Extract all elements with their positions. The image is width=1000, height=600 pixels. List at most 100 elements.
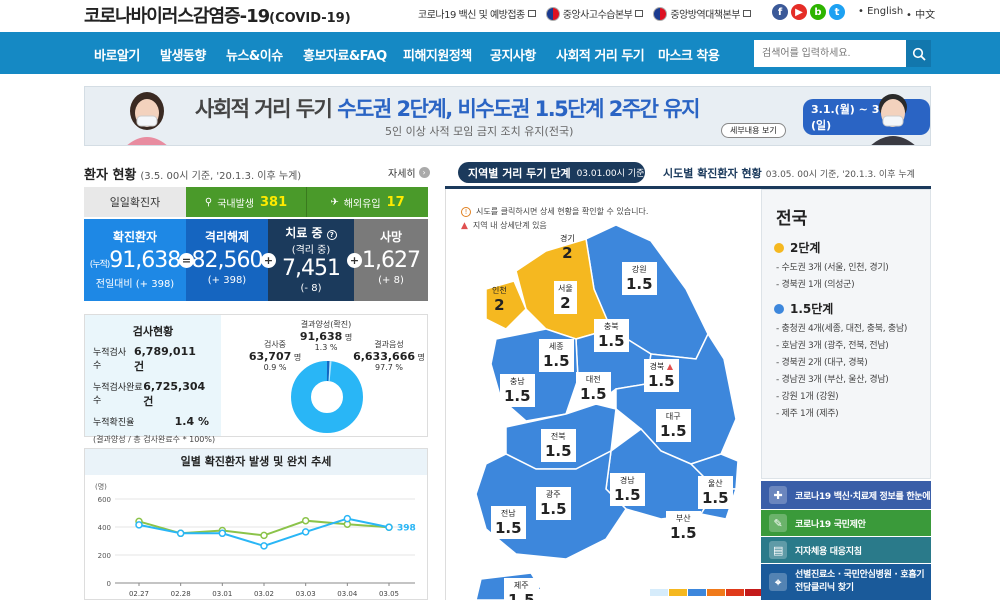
- lang-chinese[interactable]: • 中文: [906, 6, 935, 21]
- distancing-banner[interactable]: 사회적 거리 두기 수도권 2단계, 비수도권 1.5단계 2주간 유지 5인 …: [84, 86, 931, 146]
- region-label-gyeongbuk[interactable]: 경북 ▲ 1.5: [644, 359, 679, 392]
- blog-icon[interactable]: b: [810, 4, 826, 20]
- trend-title: 일별 확진환자 발생 및 완치 추세: [85, 449, 427, 475]
- y-axis-label: (명): [95, 482, 107, 491]
- region-name: 인천: [492, 286, 507, 295]
- status-more-link[interactable]: 자세히 ›: [388, 165, 430, 180]
- summary-item: - 경북권 1개 (의성군): [776, 280, 855, 290]
- region-label-chungbuk[interactable]: 충북 1.5: [594, 319, 629, 352]
- region-level: 1.5: [660, 422, 687, 440]
- korea-map: ! 시도를 클릭하시면 상세 현황을 확인할 수 있습니다. ▲ 지역 내 상세단계…: [445, 189, 761, 600]
- y-tick-label: 600: [98, 496, 111, 504]
- vaccine-link[interactable]: 코로나19 백신 및 예방접종: [418, 6, 536, 21]
- nav-item-notice[interactable]: 공지사항: [490, 45, 536, 64]
- domestic-cases: ⚲ 국내발생 381: [186, 187, 307, 217]
- cdsch-link[interactable]: 중앙방역대책본부: [653, 6, 751, 21]
- quick-link-clinics[interactable]: ⌖ 선별진료소 · 국민안심병원 · 호흡기전담클리닉 찾기: [761, 564, 931, 600]
- vaccine-link-label: 코로나19 백신 및 예방접종: [418, 10, 525, 21]
- quick-link-label: 선별진료소 · 국민안심병원 · 호흡기전담클리닉 찾기: [795, 570, 925, 593]
- new-window-icon: [742, 10, 751, 17]
- region-label-chungnam[interactable]: 충남 1.5: [500, 374, 535, 407]
- nav-item-mask[interactable]: 마스크 착용: [658, 45, 720, 64]
- nation-summary: 전국 2단계 - 수도권 3개 (서울, 인천, 경기) - 경북권 1개 (의…: [761, 189, 931, 479]
- region-label-ulsan[interactable]: 울산 1.5: [698, 476, 733, 509]
- end-value-label: 398: [397, 523, 416, 533]
- region-name: 대구: [665, 412, 681, 421]
- summary-title: 전국: [776, 209, 808, 229]
- region-level: 1.5: [543, 352, 570, 370]
- region-label-sejong[interactable]: 세종 1.5: [539, 339, 574, 372]
- twitter-icon[interactable]: t: [829, 4, 845, 20]
- search-button[interactable]: [906, 40, 931, 67]
- quick-link-vaccine[interactable]: ✚ 코로나19 백신·치료제 정보를 한눈에: [761, 481, 931, 509]
- x-tick-label: 02.27: [129, 590, 149, 598]
- region-label-incheon[interactable]: 인천 2: [492, 285, 507, 314]
- region-label-gyeongnam[interactable]: 경남 1.5: [610, 473, 645, 506]
- death-label: 사망: [379, 230, 403, 244]
- summary-item: - 강원 1개 (강원): [776, 392, 839, 402]
- facebook-icon[interactable]: f: [772, 4, 788, 20]
- positive-label: 결과양성(확진): [300, 320, 352, 329]
- region-label-jeonnam[interactable]: 전남 1.5: [491, 506, 526, 539]
- trend-line-chart: (명) 0 200 400 600 02.27 02.28 03.01 03.02 03.03 03…: [95, 482, 416, 598]
- region-label-daegu[interactable]: 대구 1.5: [656, 409, 691, 442]
- x-tick-label: 03.01: [212, 590, 232, 598]
- top-bar: 코로나바이러스감염증-19(COVID-19) 코로나19 백신 및 예방접종 …: [0, 0, 1000, 32]
- region-level: 1.5: [702, 489, 729, 507]
- region-label-jeju[interactable]: 제주 1.5: [504, 578, 539, 600]
- y-tick-label: 400: [98, 524, 111, 532]
- site-title-text: 코로나바이러스감염증-19: [84, 6, 270, 27]
- quick-link-proposal[interactable]: ✎ 코로나19 국민제안: [761, 510, 931, 536]
- testing-value: 63,707: [248, 350, 292, 363]
- legend-swatch: [707, 589, 725, 596]
- lang-english-label: English: [867, 6, 904, 17]
- cdhq-link[interactable]: 중앙사고수습본부: [545, 6, 644, 21]
- region-label-busan[interactable]: 부산 1.5: [666, 511, 701, 544]
- confirmed-prefix: (누적): [89, 260, 111, 270]
- help-icon[interactable]: ?: [326, 230, 337, 240]
- region-name-text: 경북: [649, 362, 665, 371]
- trend-chart-panel: 일별 확진환자 발생 및 완치 추세 (명) 0 200 400 600 02.27 02.…: [84, 448, 428, 600]
- region-name: 부산: [675, 514, 691, 523]
- test-donut-chart: [291, 361, 363, 433]
- region-name: 세종: [548, 342, 564, 351]
- region-level: 1.5: [504, 387, 531, 405]
- region-name: 강원: [631, 265, 647, 274]
- region-label-daejeon[interactable]: 대전 1.5: [576, 372, 611, 405]
- nav-item-news[interactable]: 뉴스&이슈: [226, 45, 283, 64]
- tab-distancing-level[interactable]: 지역별 거리 두기 단계 03.01.00시 기준: [458, 162, 645, 183]
- search-input[interactable]: [754, 40, 906, 67]
- nav-item-distancing[interactable]: 사회적 거리 두기: [556, 45, 645, 64]
- nav-item-faq[interactable]: 홍보자료&FAQ: [303, 45, 387, 64]
- youtube-icon[interactable]: ▶: [791, 4, 807, 20]
- case-stats: 확진환자 (누적)91,638 전일대비 (+ 398) = 격리해제 82,5…: [84, 219, 428, 301]
- region-label-gwangju[interactable]: 광주 1.5: [536, 487, 571, 520]
- legend-swatch: [726, 589, 744, 596]
- region-level: 1.5: [648, 372, 675, 390]
- site-title[interactable]: 코로나바이러스감염증-19(COVID-19): [84, 2, 351, 28]
- region-name: 전북: [550, 432, 566, 441]
- confirmed-value-wrap: (누적)91,638: [84, 248, 186, 273]
- lang-english[interactable]: • English: [858, 6, 903, 17]
- region-label-jeonbuk[interactable]: 전북 1.5: [541, 429, 576, 462]
- region-name: 충남: [509, 377, 525, 386]
- nav-item-about[interactable]: 바로알기: [94, 45, 140, 64]
- x-tick-label: 03.03: [296, 590, 316, 598]
- test-row-value: 6,725,304 건: [143, 380, 206, 408]
- search-icon: [912, 47, 926, 61]
- region-label-gangwon[interactable]: 강원 1.5: [622, 262, 657, 295]
- region-label-gyeonggi[interactable]: 경기 2: [560, 233, 575, 262]
- quick-link-guidelines[interactable]: ▤ 지자체용 대응지침: [761, 537, 931, 563]
- death-value: 1,627: [362, 248, 421, 273]
- tab-regional-cases[interactable]: 시도별 확진환자 현황 03.05. 00시 기준, '20.1.3. 이후 누계: [663, 165, 915, 181]
- plus-icon: +: [261, 253, 276, 268]
- top-links: 코로나19 백신 및 예방접종 중앙사고수습본부 중앙방역대책본부: [418, 6, 761, 21]
- region-label-seoul[interactable]: 서울 2: [554, 281, 577, 314]
- nav-item-support[interactable]: 피해지원정책: [403, 45, 472, 64]
- nav-item-trends[interactable]: 발생동향: [160, 45, 206, 64]
- death-delta: (+ 8): [378, 275, 404, 286]
- region-level: 2: [494, 296, 505, 314]
- banner-more-button[interactable]: 세부내용 보기: [721, 123, 786, 138]
- gov-seal-icon: [653, 6, 668, 21]
- released-stat: 격리해제 82,560 (+ 398) +: [186, 219, 276, 301]
